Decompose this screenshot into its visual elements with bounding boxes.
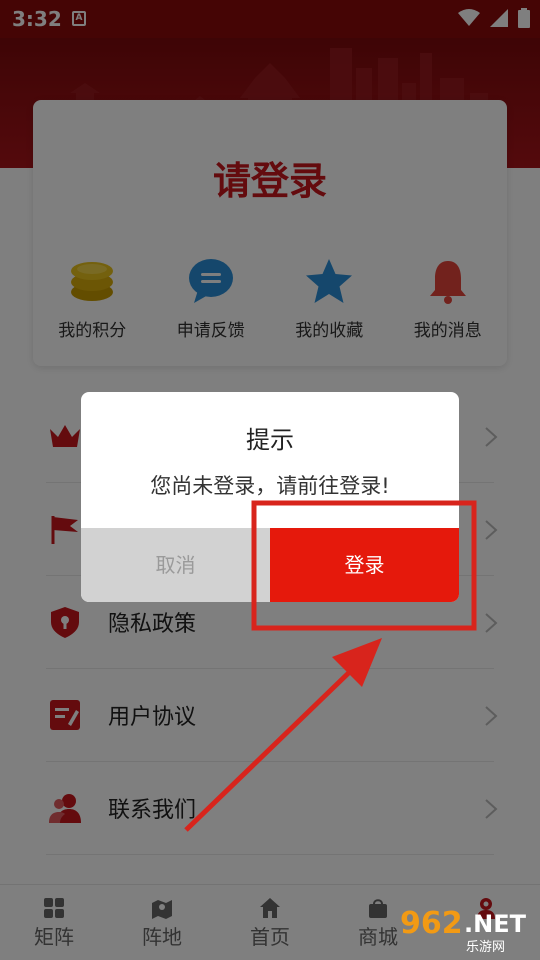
- site-watermark: 962 .NET 乐游网: [400, 906, 536, 955]
- login-button[interactable]: 登录: [270, 528, 459, 602]
- dialog-title: 提示: [246, 426, 294, 454]
- dialog-message: 您尚未登录，请前往登录!: [150, 474, 390, 498]
- cancel-button[interactable]: 取消: [81, 528, 270, 602]
- watermark-number: 962: [400, 906, 463, 941]
- login-required-dialog: 提示 您尚未登录，请前往登录! 取消 登录: [81, 392, 459, 602]
- watermark-domain: .NET: [464, 910, 526, 938]
- watermark-subtitle: 乐游网: [466, 940, 506, 955]
